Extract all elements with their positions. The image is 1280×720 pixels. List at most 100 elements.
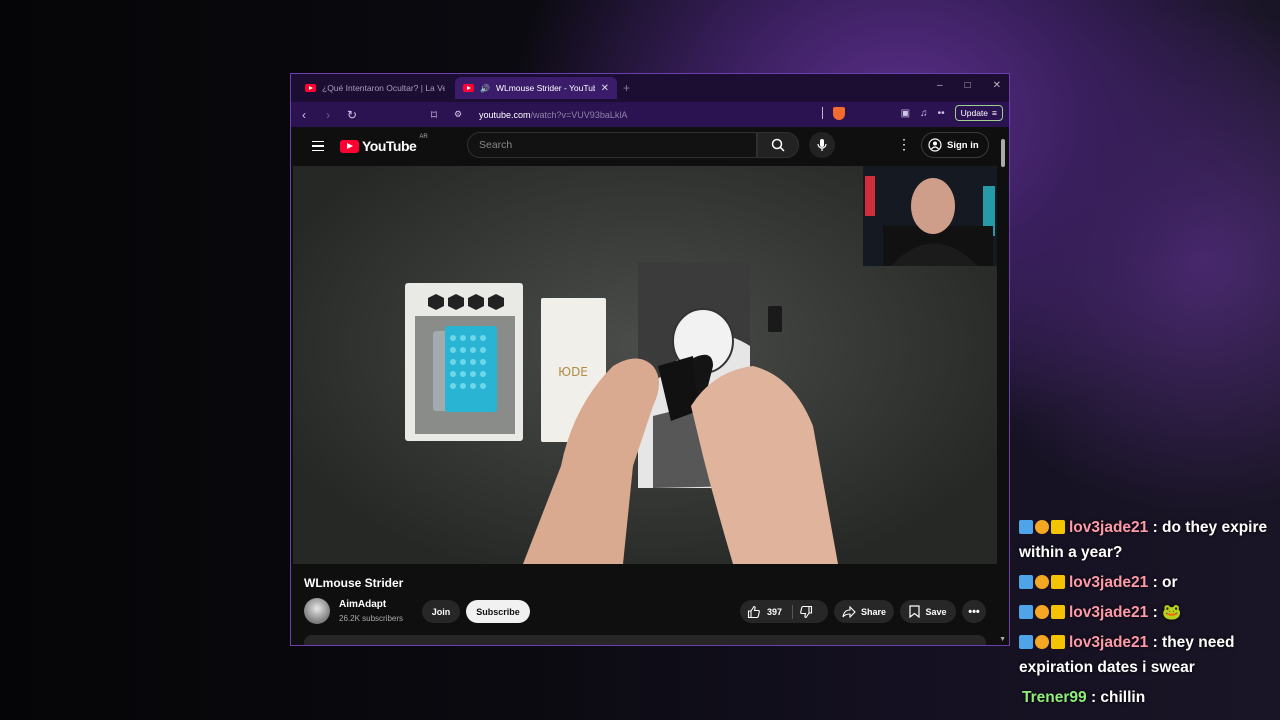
like-icon[interactable] [747,605,761,619]
brave-shield-icon[interactable] [832,106,845,120]
bookmark-save-icon [909,605,921,618]
more-options-icon[interactable]: ⋮ [897,137,911,151]
crown-badge-icon [1051,605,1065,619]
private-mode-icon[interactable]: •• [938,108,945,119]
subscriber-count: 26.2K subscribers [339,614,404,623]
dislike-icon[interactable] [799,605,813,619]
tab-bar: ¿Qué Intentaron Ocultar? | La Verdad 🔊 W… [291,74,1009,102]
crown-badge-icon [1051,635,1065,649]
chat-badges [1019,605,1065,619]
tab-close-icon[interactable]: ✕ [601,83,609,94]
chat-username: Trener99 [1022,689,1087,706]
tab-title: ¿Qué Intentaron Ocultar? | La Verdad [322,83,445,93]
search-button[interactable] [757,132,799,158]
youtube-wordmark: YouTube [362,138,417,154]
like-dislike-bar: 397 [740,600,828,623]
update-button[interactable]: Update ≡ [954,105,1003,121]
youtube-play-icon [340,139,359,153]
arrow-badge-icon [1019,575,1033,589]
video-frame: ЮDE [405,166,997,564]
minimize-button[interactable]: – [937,80,943,91]
maximize-button[interactable]: □ [965,80,971,91]
stream-chat-overlay: lov3jade21 : do they expire within a yea… [1019,515,1274,715]
browser-window: ¿Qué Intentaron Ocultar? | La Verdad 🔊 W… [290,73,1010,646]
chat-badges [1019,575,1065,589]
save-button[interactable]: Save [900,600,956,623]
music-icon[interactable]: ♫ [920,108,928,119]
chat-message: Trener99 : chillin [1019,685,1274,710]
youtube-logo[interactable]: YouTube AR [340,134,428,154]
svg-text:ЮDE: ЮDE [558,365,588,379]
youtube-header: YouTube AR Search ⋮ Sign in [291,127,1009,165]
divider [821,107,823,119]
chat-text: : or [1148,574,1178,591]
share-button[interactable]: Share [834,600,894,623]
sidebar-icon[interactable]: ▣ [901,108,910,119]
search-input[interactable]: Search [467,132,757,158]
back-button[interactable]: ‹ [297,108,311,122]
new-tab-button[interactable]: + [623,81,630,95]
update-label: Update [960,108,989,118]
address-bar: ‹ › ↻ ⌑ ⚙ youtube.com/watch?v=VUV93baLkl… [291,102,1009,127]
arrow-badge-icon [1019,635,1033,649]
chat-badges [1019,635,1065,649]
chat-username: lov3jade21 [1069,519,1149,536]
arrow-badge-icon [1019,520,1033,534]
video-player[interactable]: ЮDE [293,166,997,564]
chat-message: lov3jade21 : 🐸 [1019,600,1274,625]
address-bar-actions: ▣ ♫ •• Update ≡ [821,105,1003,121]
close-window-button[interactable]: ✕ [993,80,1001,91]
account-icon [928,138,942,152]
share-label: Share [860,606,886,617]
forward-button[interactable]: › [321,108,335,122]
sign-in-label: Sign in [947,139,979,151]
tab-inactive[interactable]: ¿Qué Intentaron Ocultar? | La Verdad [297,77,453,99]
one-badge-icon [1035,575,1049,589]
description-panel[interactable] [304,635,986,645]
url-field[interactable]: youtube.com/watch?v=VUV93baLklA [479,110,627,120]
sign-in-button[interactable]: Sign in [921,132,989,158]
one-badge-icon [1035,520,1049,534]
chat-text: : chillin [1086,689,1146,706]
chat-badges [1019,520,1065,534]
site-settings-icon[interactable]: ⚙ [451,109,465,120]
more-actions-button[interactable]: ••• [962,600,986,623]
hamburger-menu-icon[interactable] [312,140,324,152]
scrollbar-thumb[interactable] [1001,139,1005,167]
country-code: AR [419,134,428,140]
subscribe-button[interactable]: Subscribe [466,600,530,623]
url-path: /watch?v=VUV93baLklA [530,109,628,120]
channel-avatar[interactable] [304,598,330,624]
crown-badge-icon [1051,575,1065,589]
voice-search-button[interactable] [809,132,835,158]
chat-message: lov3jade21 : or [1019,570,1274,595]
url-host: youtube.com [479,109,531,120]
join-button[interactable]: Join [422,600,460,623]
chat-message: lov3jade21 : do they expire within a yea… [1019,515,1274,565]
tab-title: WLmouse Strider - YouTube [495,83,595,93]
channel-name[interactable]: AimAdapt [339,599,386,610]
chat-username: lov3jade21 [1069,574,1149,591]
one-badge-icon [1035,635,1049,649]
reload-icon[interactable]: ↻ [345,108,359,122]
microphone-icon [817,139,827,151]
share-icon [842,605,856,618]
search-icon [771,138,785,152]
window-controls: – □ ✕ [937,80,1001,91]
chat-username: lov3jade21 [1069,604,1149,621]
audio-playing-icon[interactable]: 🔊 [480,84,490,93]
youtube-favicon-icon [463,84,474,92]
crown-badge-icon [1051,520,1065,534]
divider [792,604,794,619]
arrow-badge-icon [1019,605,1033,619]
tab-active[interactable]: 🔊 WLmouse Strider - YouTube ✕ [455,77,617,99]
chat-message: lov3jade21 : they need expiration dates … [1019,630,1274,680]
bookmark-icon[interactable]: ⌑ [427,108,441,122]
chat-text: : 🐸 [1148,604,1182,621]
like-count: 397 [767,606,783,617]
youtube-favicon-icon [305,84,316,92]
scroll-down-icon[interactable]: ▼ [999,636,1006,643]
one-badge-icon [1035,605,1049,619]
save-label: Save [925,606,947,617]
menu-icon: ≡ [992,108,997,118]
